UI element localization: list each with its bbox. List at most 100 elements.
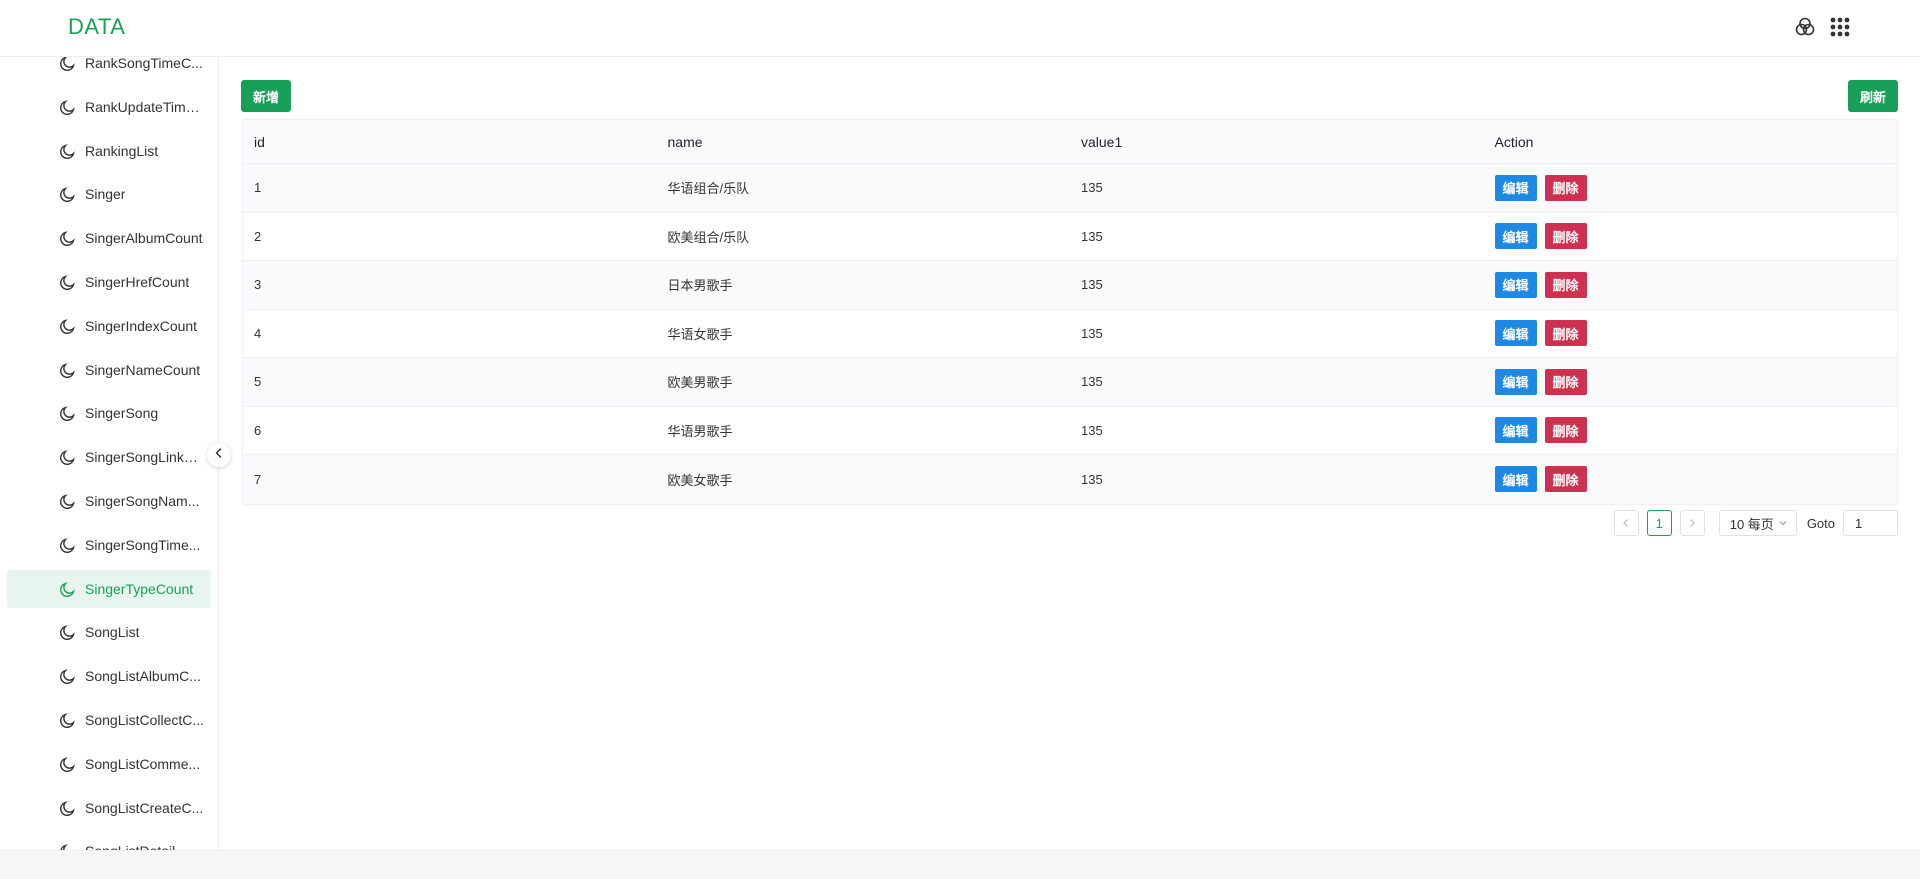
moon-icon [59,623,77,644]
sidebar-item[interactable]: SongListComme... [7,745,211,783]
cell-value1: 135 [1081,277,1103,293]
cell-name: 华语组合/乐队 [667,181,750,197]
sidebar-item[interactable]: SingerAlbumCount [7,219,211,257]
edit-button[interactable]: 编辑 [1494,417,1537,444]
delete-button[interactable]: 删除 [1544,368,1587,395]
sidebar-item-label: SingerTypeCount [85,580,194,597]
edit-button[interactable]: 编辑 [1494,320,1537,347]
sidebar-item[interactable]: SingerSong [7,394,211,432]
table-row: 5 欧美男歌手 135 编辑 删除 [243,358,1897,407]
cell-value1: 135 [1081,228,1103,244]
data-table: id name value1 Action 1 华语组合/乐队 135 编辑 删除 2 欧美… [242,119,1898,505]
cell-action: 编辑 删除 [1484,271,1898,298]
sidebar-item-label: SingerSong [85,405,159,422]
sidebar-item-label: SingerSongNam... [85,493,200,509]
cell-id: 4 [254,325,262,341]
goto-label: Goto [1806,515,1835,531]
sidebar-item[interactable]: SingerNameCount [7,351,211,389]
table-row: 2 欧美组合/乐队 135 编辑 删除 [243,213,1898,261]
edit-button[interactable]: 编辑 [1494,271,1537,298]
moon-icon [59,711,77,732]
sidebar-menu: RankSongTimeC... RankUpdateTime... Ranking… [0,57,219,850]
chevron-down-icon [1778,516,1788,531]
app-footer [0,850,1920,879]
sidebar-item-label: RankSongTimeC... [85,57,203,71]
add-button[interactable]: 新增 [241,80,292,112]
sidebar-item-label: RankUpdateTime... [85,98,205,115]
prev-page-button[interactable] [1613,510,1639,536]
cell-id: 6 [254,422,262,438]
refresh-button[interactable]: 刷新 [1847,80,1898,112]
sidebar-item[interactable]: SingerTypeCount [7,569,211,608]
sidebar-item[interactable]: SongListCollectC... [7,701,211,739]
edit-button[interactable]: 编辑 [1494,223,1537,250]
sidebar-item-label: SingerHrefCount [85,274,190,290]
sidebar-item[interactable]: SongListAlbumC... [7,657,211,695]
main-content: 新增 刷新 id name value1 Action 1 华语组合/乐队 135 编… [220,57,1920,850]
edit-button[interactable]: 编辑 [1494,174,1537,201]
cell-name: 欧美男歌手 [667,375,733,391]
sidebar-item[interactable]: RankingList [7,132,211,170]
sidebar-item[interactable]: Singer [7,175,211,213]
sidebar-item-label: SongListAlbumC... [85,668,201,685]
delete-button[interactable]: 删除 [1544,174,1587,201]
cell-action: 编辑 删除 [1484,223,1898,250]
moon-icon [59,448,77,469]
sidebar-item[interactable]: SingerIndexCount [7,307,211,345]
edit-button[interactable]: 编辑 [1494,466,1537,493]
delete-button[interactable]: 删除 [1544,417,1587,444]
apps-grid-icon[interactable] [1830,17,1850,37]
sidebar-item[interactable]: RankUpdateTime... [7,88,211,126]
page-number-current[interactable]: 1 [1646,510,1672,536]
delete-button[interactable]: 删除 [1544,466,1587,493]
header-actions [1794,16,1850,38]
sidebar-item[interactable]: SingerHrefCount [7,263,211,301]
sidebar-item-label: SongList [85,624,140,641]
cell-name: 欧美女歌手 [667,472,733,488]
column-header-id[interactable]: id [243,134,657,150]
sidebar-item-label: SongListCreateC... [85,799,204,816]
sidebar-item-label: SongListCollectC... [85,712,205,728]
sidebar-item[interactable]: SingerSongNam... [7,482,211,520]
cell-id: 5 [254,374,262,390]
sidebar-collapse-button[interactable] [207,443,231,467]
sidebar-item[interactable]: RankSongTimeC... [7,57,211,82]
moon-icon [59,317,77,338]
moon-icon [59,404,77,425]
cell-name: 日本男歌手 [667,278,733,294]
sidebar-item[interactable]: SingerSongTime... [7,526,211,564]
column-header-value1[interactable]: value1 [1070,134,1484,150]
sidebar-item-label: SingerSongTime... [85,536,201,553]
cell-value1: 135 [1081,422,1103,438]
moon-icon [59,185,77,206]
sidebar-item-label: Singer [85,186,126,203]
page-size-select[interactable]: 10 每页 [1718,510,1797,536]
cell-action: 编辑 删除 [1484,417,1898,444]
goto-page-input[interactable]: 1 [1843,510,1898,536]
cell-name: 华语女歌手 [667,326,733,342]
theme-circles-icon[interactable] [1794,16,1816,38]
moon-icon [59,142,77,163]
sidebar-item[interactable]: SongList [7,613,211,651]
delete-button[interactable]: 删除 [1544,223,1587,250]
sidebar-item[interactable]: SongListDetail... [7,832,211,850]
next-page-button[interactable] [1679,510,1705,536]
moon-icon [59,361,77,382]
cell-id: 3 [254,277,262,293]
cell-id: 2 [254,228,262,244]
column-header-name[interactable]: name [657,134,1071,150]
sidebar-item-label: SingerNameCount [85,361,201,378]
table-header-row: id name value1 Action [243,120,1897,164]
table-row: 7 欧美女歌手 135 编辑 删除 [243,455,1897,504]
table-row: 6 华语男歌手 135 编辑 删除 [243,407,1898,455]
cell-action: 编辑 删除 [1484,466,1898,493]
cell-action: 编辑 删除 [1484,320,1898,347]
sidebar-item[interactable]: SingerSongLinkC... [7,438,211,476]
delete-button[interactable]: 删除 [1544,320,1587,347]
moon-icon [59,580,77,601]
delete-button[interactable]: 删除 [1544,271,1587,298]
edit-button[interactable]: 编辑 [1494,368,1537,395]
moon-icon [59,755,77,776]
brand-logo[interactable]: DATA [68,14,125,40]
sidebar-item[interactable]: SongListCreateC... [7,789,211,827]
